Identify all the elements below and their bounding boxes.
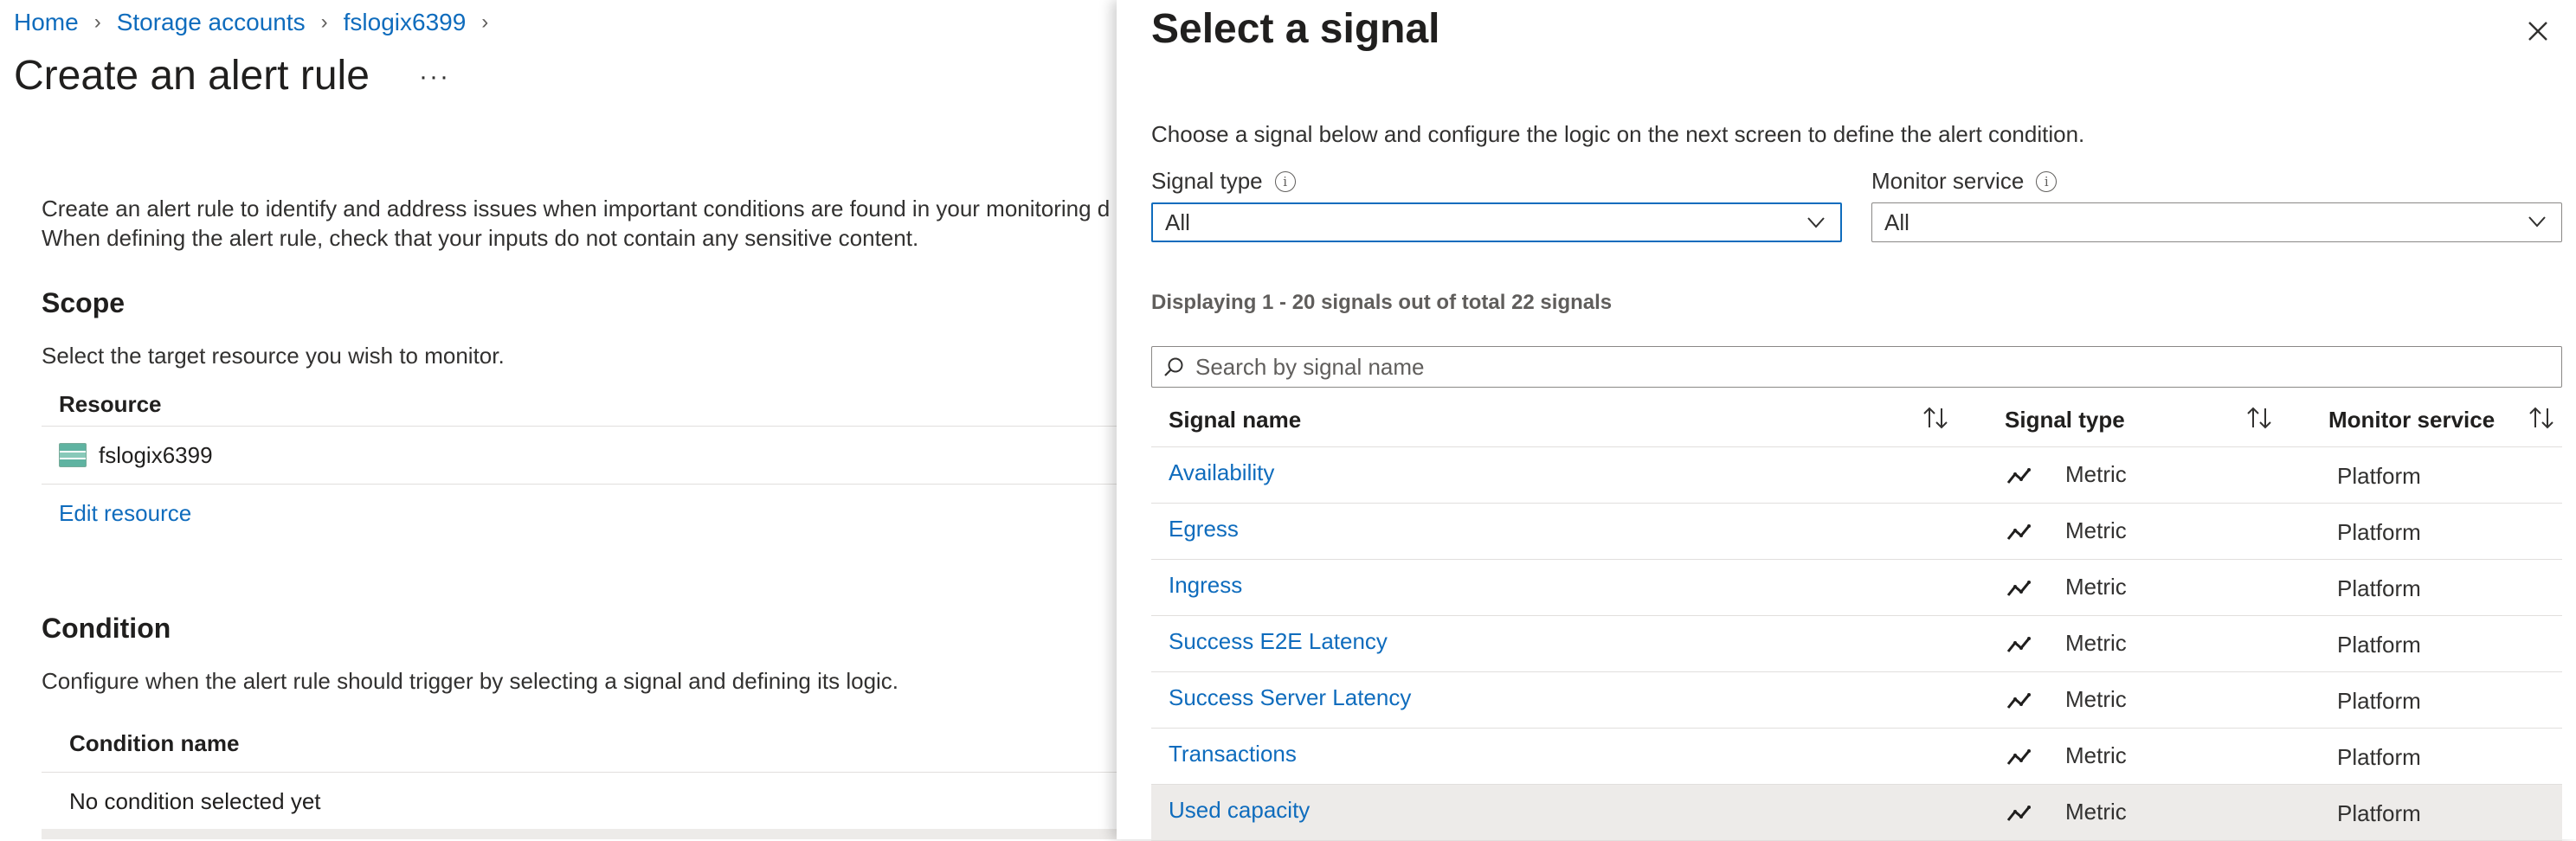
breadcrumb-home[interactable]: Home — [14, 9, 79, 36]
sort-icon[interactable] — [2245, 405, 2273, 431]
select-signal-panel: Select a signal Choose a signal below an… — [1117, 0, 2576, 841]
create-alert-rule-page: Home › Storage accounts › fslogix6399 › … — [0, 0, 1117, 839]
signal-name-link[interactable]: Success Server Latency — [1169, 684, 1411, 711]
info-icon[interactable]: i — [1274, 170, 1296, 192]
condition-column-header: Condition name — [42, 718, 1117, 773]
scope-description: Select the target resource you wish to m… — [42, 343, 505, 369]
chevron-right-icon: › — [320, 10, 328, 34]
search-icon — [1164, 357, 1183, 376]
monitor-service-label-text: Monitor service — [1871, 168, 2025, 194]
metric-icon — [2006, 806, 2031, 821]
breadcrumb-resource[interactable]: fslogix6399 — [344, 9, 467, 36]
condition-title: Condition — [42, 613, 171, 644]
scope-title: Scope — [42, 287, 126, 318]
chevron-right-icon: › — [93, 10, 101, 34]
signal-search-box[interactable] — [1151, 346, 2562, 388]
info-icon[interactable]: i — [2036, 170, 2058, 192]
edit-resource-link[interactable]: Edit resource — [59, 500, 191, 527]
signal-type-column-header[interactable]: Signal type — [2005, 407, 2125, 433]
signal-type-label: Signal type i — [1151, 168, 1296, 195]
signal-row[interactable]: Success Server Latency Metric Platform — [1151, 672, 2562, 729]
signal-type-value: All — [1165, 209, 1190, 235]
chevron-down-icon — [2528, 216, 2546, 228]
monitor-service-dropdown[interactable]: All — [1871, 202, 2562, 242]
signal-name-column-header[interactable]: Signal name — [1169, 407, 1301, 433]
monitor-service-cell: Platform — [2337, 575, 2421, 601]
chevron-down-icon — [1807, 217, 1825, 228]
signal-name-link[interactable]: Transactions — [1169, 741, 1297, 767]
page-title: Create an alert rule — [14, 53, 370, 99]
monitor-service-cell: Platform — [2337, 519, 2421, 545]
metric-icon — [2006, 693, 2031, 709]
signal-name-link[interactable]: Ingress — [1169, 572, 1242, 599]
signal-type-cell: Metric — [2065, 517, 2127, 543]
signal-grid: Signal name Signal type Monitor service — [1151, 393, 2562, 841]
monitor-service-column-header[interactable]: Monitor service — [2328, 407, 2495, 433]
page-description-line2: When defining the alert rule, check that… — [42, 225, 919, 251]
chevron-right-icon: › — [481, 10, 489, 34]
condition-description: Configure when the alert rule should tri… — [42, 668, 899, 694]
signal-row[interactable]: Availability Metric Platform — [1151, 447, 2562, 504]
breadcrumb-storage-accounts[interactable]: Storage accounts — [117, 9, 306, 36]
monitor-service-value: All — [1884, 209, 1909, 235]
metric-icon — [2006, 749, 2031, 765]
signal-row-selected[interactable]: Used capacity Metric Platform — [1151, 785, 2562, 841]
signal-search-input[interactable] — [1194, 352, 2496, 382]
panel-title: Select a signal — [1151, 6, 1440, 52]
signal-type-dropdown[interactable]: All — [1151, 202, 1842, 242]
metric-icon — [2006, 468, 2031, 484]
signal-type-cell: Metric — [2065, 461, 2127, 487]
monitor-service-cell: Platform — [2337, 688, 2421, 714]
close-icon[interactable] — [2522, 16, 2553, 47]
condition-row-strip — [42, 829, 1117, 839]
condition-empty-row: No condition selected yet — [69, 787, 321, 814]
signal-row[interactable]: Ingress Metric Platform — [1151, 560, 2562, 616]
metric-icon — [2006, 524, 2031, 540]
signal-type-cell: Metric — [2065, 630, 2127, 656]
condition-table: Condition name No condition selected yet — [42, 718, 1117, 830]
monitor-service-cell: Platform — [2337, 463, 2421, 489]
metric-icon — [2006, 637, 2031, 652]
sort-icon[interactable] — [1922, 405, 1949, 431]
page-description: Create an alert rule to identify and add… — [42, 194, 1110, 253]
resource-name: fslogix6399 — [99, 441, 213, 468]
monitor-service-cell: Platform — [2337, 800, 2421, 826]
breadcrumb: Home › Storage accounts › fslogix6399 › — [14, 9, 504, 36]
signal-type-cell: Metric — [2065, 686, 2127, 712]
signal-row[interactable]: Egress Metric Platform — [1151, 504, 2562, 560]
signal-name-link[interactable]: Availability — [1169, 459, 1274, 486]
signal-type-label-text: Signal type — [1151, 168, 1263, 194]
signal-name-link[interactable]: Egress — [1169, 516, 1239, 542]
metric-icon — [2006, 581, 2031, 596]
resource-table: Resource fslogix6399 — [42, 386, 1117, 485]
panel-description: Choose a signal below and configure the … — [1151, 121, 2085, 147]
sort-icon[interactable] — [2528, 405, 2555, 431]
resource-row: fslogix6399 — [42, 427, 1117, 485]
monitor-service-cell: Platform — [2337, 744, 2421, 770]
signal-type-cell: Metric — [2065, 574, 2127, 600]
signal-type-cell: Metric — [2065, 799, 2127, 825]
page-description-line1: Create an alert rule to identify and add… — [42, 196, 1111, 221]
signal-name-link[interactable]: Success E2E Latency — [1169, 628, 1388, 655]
monitor-service-cell: Platform — [2337, 632, 2421, 658]
resource-column-header: Resource — [42, 386, 1117, 427]
signal-count-text: Displaying 1 - 20 signals out of total 2… — [1151, 291, 1613, 314]
storage-account-icon — [59, 443, 87, 467]
signal-name-link[interactable]: Used capacity — [1169, 797, 1310, 824]
monitor-service-label: Monitor service i — [1871, 168, 2058, 195]
signal-type-cell: Metric — [2065, 742, 2127, 768]
signal-grid-header: Signal name Signal type Monitor service — [1151, 393, 2562, 447]
signal-row[interactable]: Transactions Metric Platform — [1151, 729, 2562, 785]
more-icon[interactable]: ··· — [419, 62, 450, 92]
signal-row[interactable]: Success E2E Latency Metric Platform — [1151, 616, 2562, 672]
